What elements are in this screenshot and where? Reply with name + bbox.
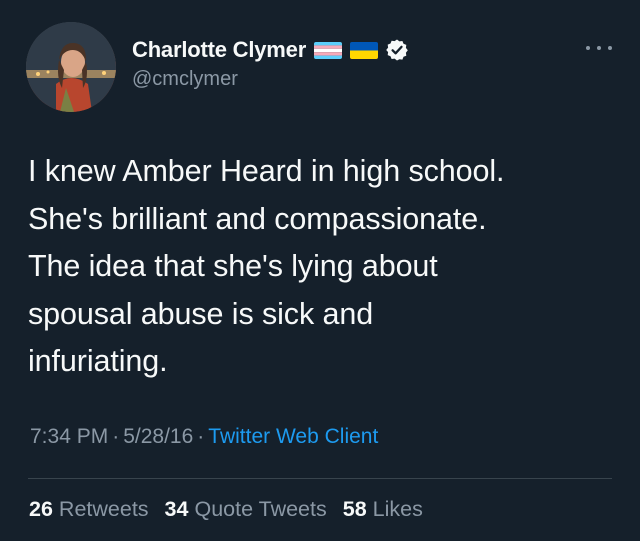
quote-tweets-label: Quote Tweets [194,497,327,521]
more-dots-icon[interactable] [586,38,612,58]
meta-separator: · [197,425,205,448]
meta-separator: · [112,425,120,448]
retweets-count: 26 [29,497,53,521]
retweets-stat[interactable]: 26 Retweets [29,497,149,522]
likes-count: 58 [342,497,367,521]
quote-tweets-count: 34 [164,497,189,521]
transgender-flag-icon [314,41,343,59]
tweet-client-link[interactable]: Twitter Web Client [208,425,378,448]
tweet-text: I knew Amber Heard in high school. She's… [28,154,505,378]
ukraine-flag-icon [350,41,379,59]
likes-stat[interactable]: 58 Likes [343,497,423,522]
tweet-stats: 26 Retweets 34 Quote Tweets 58 Likes [29,497,439,522]
tweet-card: Charlotte Clymer @cmclymer I knew Amber … [0,0,640,541]
verified-badge-icon [386,39,408,61]
likes-label: Likes [372,497,423,521]
display-name[interactable]: Charlotte Clymer [132,37,306,63]
divider [28,478,612,479]
avatar-image [26,22,116,112]
avatar[interactable] [26,22,116,112]
dot [597,46,601,50]
tweet-header: Charlotte Clymer @cmclymer [132,36,409,91]
dot [608,46,612,50]
quote-tweets-stat[interactable]: 34 Quote Tweets [165,497,327,522]
name-row: Charlotte Clymer [132,36,409,64]
tweet-meta: 7:34 PM · 5/28/16 · Twitter Web Client [30,425,378,449]
retweets-label: Retweets [58,497,149,521]
dot [586,46,590,50]
tweet-time[interactable]: 7:34 PM [30,425,108,448]
user-handle[interactable]: @cmclymer [132,68,409,91]
tweet-date[interactable]: 5/28/16 [123,425,193,448]
